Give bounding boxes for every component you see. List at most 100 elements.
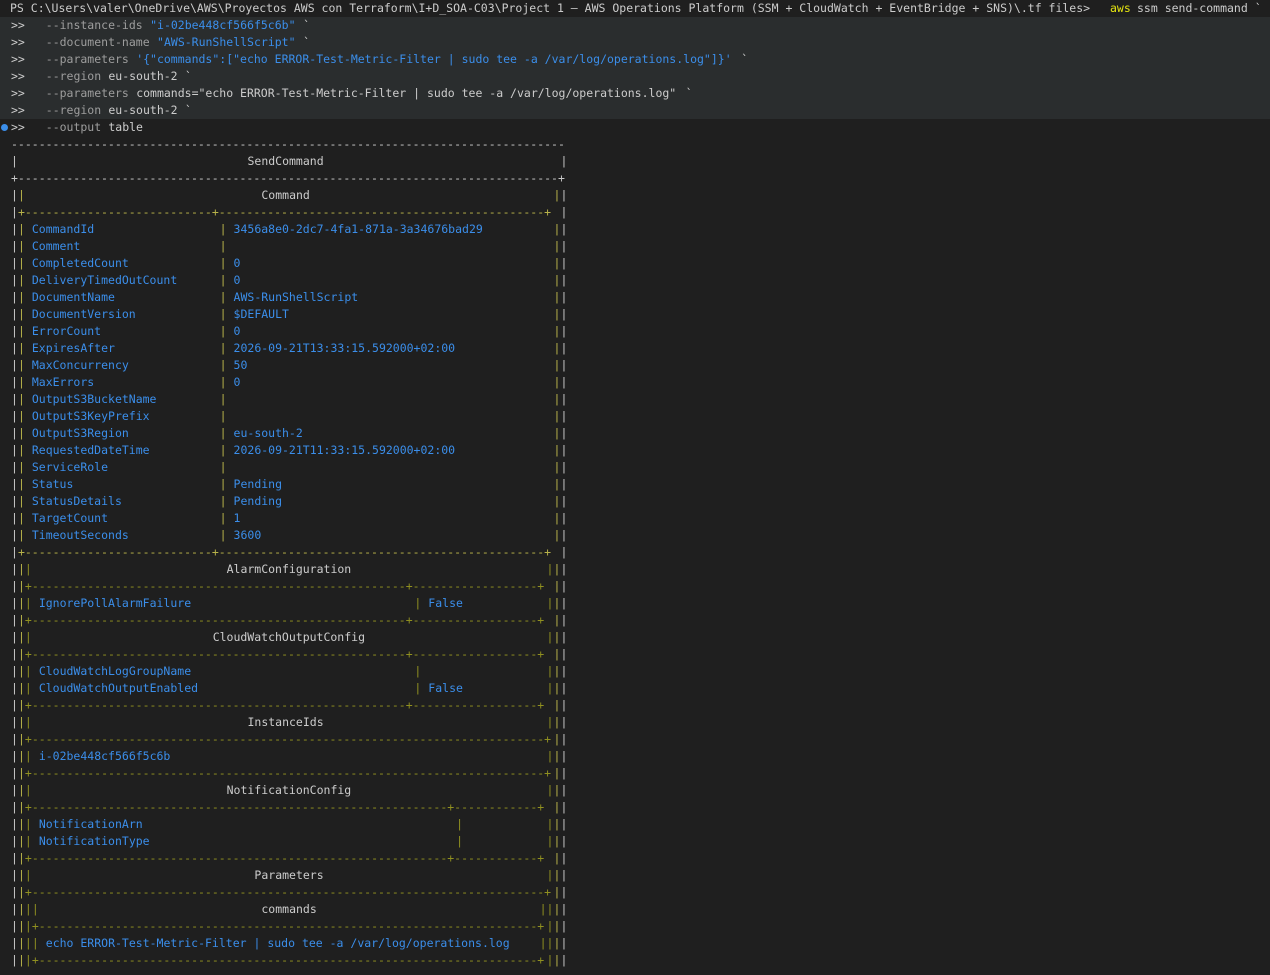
table-frame: | — [17, 817, 25, 831]
table-border-line: +---------------------------------------… — [24, 851, 545, 865]
table-title-row: | | | InstanceIds | | | — [0, 714, 1270, 731]
table-frame: | — [11, 885, 18, 899]
table-value: 0 — [233, 324, 241, 338]
table-frame: | — [560, 545, 568, 559]
table-frame: | — [17, 681, 25, 695]
table-frame: | — [11, 273, 18, 287]
table-value: False — [428, 596, 463, 610]
command-flag-value: eu-south-2 — [108, 69, 178, 83]
table-frame: | — [560, 868, 568, 882]
table-frame: | — [17, 851, 25, 865]
table-column-separator: | — [219, 392, 227, 406]
command-flag-value: "i-02be448cf566f5c6b" — [150, 18, 296, 32]
table-frame: | — [553, 749, 561, 763]
table-frame: | — [11, 936, 18, 950]
table-row: | | | NotificationType | | | | — [0, 833, 1270, 850]
table-column-separator: | — [219, 341, 227, 355]
table-frame: | — [560, 936, 568, 950]
line-continuation: ` — [734, 52, 749, 66]
table-frame: | — [11, 222, 18, 236]
table-title: AlarmConfiguration — [226, 562, 352, 576]
table-frame: | — [553, 630, 561, 644]
table-key: IgnorePollAlarmFailure — [38, 596, 192, 610]
table-frame: | — [560, 188, 568, 202]
table-key: OutputS3Region — [31, 426, 129, 440]
table-frame: | — [553, 528, 561, 542]
command-flag: --parameters — [45, 86, 129, 100]
table-column-separator: | — [219, 358, 227, 372]
table-frame: | — [11, 409, 18, 423]
table-frame: | — [11, 239, 18, 253]
table-column-separator: | — [219, 409, 227, 423]
table-row: | | StatusDetails | Pending | | — [0, 493, 1270, 510]
table-row: | | TimeoutSeconds | 3600 | | — [0, 527, 1270, 544]
table-row: | | DocumentName | AWS-RunShellScript | | — [0, 289, 1270, 306]
table-border: | | +-------------------------------------… — [0, 697, 1270, 714]
table-frame: | — [11, 630, 18, 644]
table-frame: | — [553, 562, 561, 576]
table-frame: | — [553, 817, 561, 831]
table-frame: | — [17, 902, 25, 916]
table-frame: | — [560, 681, 568, 695]
table-frame: | — [11, 154, 18, 168]
table-frame: | — [17, 494, 25, 508]
terminal-output[interactable]: PS C:\Users\valer\OneDrive\AWS\Proyectos… — [0, 0, 1270, 975]
table-frame: | — [553, 290, 561, 304]
table-frame: | — [17, 222, 25, 236]
table-frame: | — [560, 358, 568, 372]
table-title-row: | | | Parameters | | | — [0, 867, 1270, 884]
table-key: DocumentName — [31, 290, 115, 304]
table-value: $DEFAULT — [233, 307, 289, 321]
table-frame: | — [560, 800, 568, 814]
table-title: SendCommand — [247, 154, 324, 168]
table-frame: | — [11, 324, 18, 338]
table-key: echo ERROR-Test-Metric-Filter | sudo tee… — [45, 936, 510, 950]
table-frame: | — [11, 205, 18, 219]
table-frame: | — [553, 868, 561, 882]
table-frame: | — [17, 579, 25, 593]
table-frame: | — [11, 732, 18, 746]
table-frame: | — [24, 596, 32, 610]
table-frame: | — [24, 664, 32, 678]
table-frame: | — [11, 545, 18, 559]
table-title-row: | | | CloudWatchOutputConfig | | | — [0, 629, 1270, 646]
table-value: 0 — [233, 273, 241, 287]
command-args: ssm send-command ` — [1137, 1, 1262, 15]
table-frame: | — [553, 409, 561, 423]
table-frame: | — [560, 443, 568, 457]
table-frame: | — [11, 477, 18, 491]
table-row: | | MaxErrors | 0 | | — [0, 374, 1270, 391]
table-frame: | — [553, 392, 561, 406]
table-frame: | — [17, 273, 25, 287]
command-flag: --instance-ids — [45, 18, 143, 32]
table-value: 2026-09-21T11:33:15.592000+02:00 — [233, 443, 456, 457]
table-frame: | — [11, 834, 18, 848]
table-frame: | — [11, 358, 18, 372]
table-frame: | — [553, 596, 561, 610]
table-frame: | — [560, 239, 568, 253]
table-frame: | — [17, 868, 25, 882]
table-frame: | — [553, 800, 561, 814]
table-frame: | — [17, 358, 25, 372]
table-frame: | — [560, 511, 568, 525]
table-frame: | — [11, 307, 18, 321]
table-border-line: +---------------------------+-----------… — [17, 205, 552, 219]
table-frame: | — [560, 426, 568, 440]
continuation-line: >> --region eu-south-2 ` — [0, 102, 1270, 119]
table-frame: | — [560, 715, 568, 729]
table-border: | | +-------------------------------------… — [0, 612, 1270, 629]
table-frame: | — [553, 511, 561, 525]
table-column-separator: | — [219, 511, 227, 525]
table-frame: | — [553, 375, 561, 389]
prompt-line: PS C:\Users\valer\OneDrive\AWS\Proyectos… — [0, 0, 1270, 17]
table-frame: | — [553, 324, 561, 338]
table-value: Pending — [233, 494, 283, 508]
table-frame: | — [17, 647, 25, 661]
table-frame: | — [546, 562, 554, 576]
table-frame: | — [560, 834, 568, 848]
table-frame: | — [560, 766, 568, 780]
continuation-prompt: >> — [11, 103, 25, 117]
command-flag: --document-name — [45, 35, 150, 49]
table-value: False — [428, 681, 463, 695]
table-frame: | — [546, 919, 554, 933]
